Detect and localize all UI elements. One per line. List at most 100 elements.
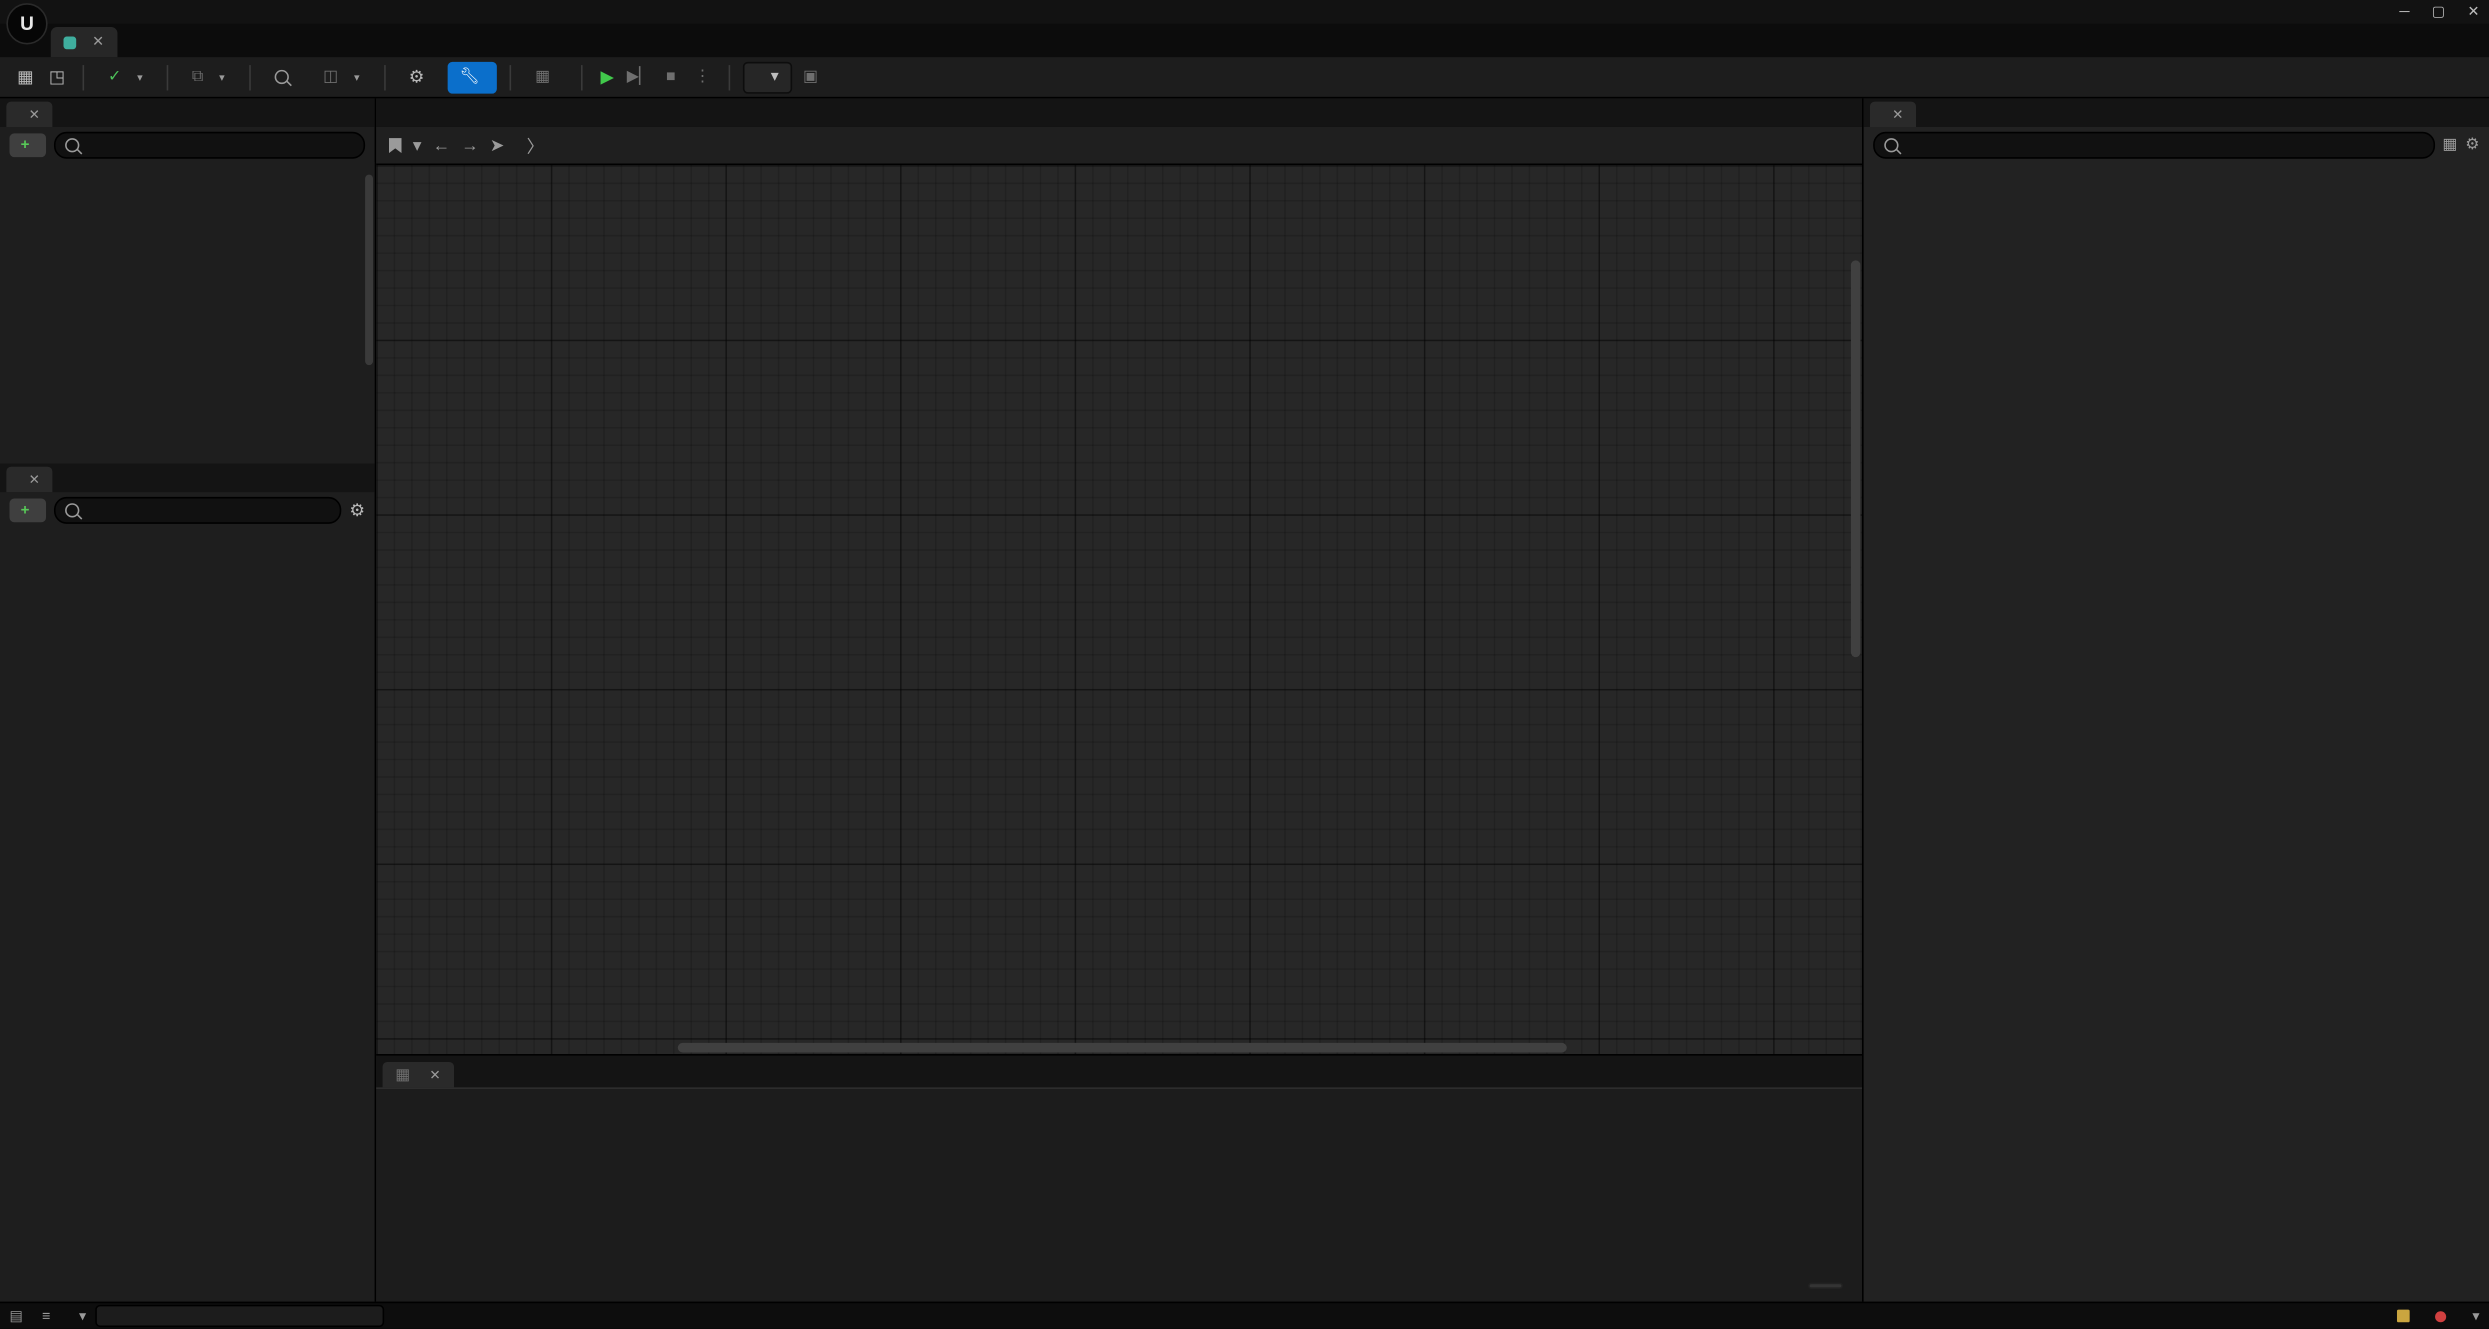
- class-defaults-button[interactable]: 🔧︎: [448, 61, 497, 93]
- center-panel: ▾ ← → ➤ 〉 ▦ ✕: [376, 98, 1862, 1301]
- tab-details[interactable]: ✕: [1870, 102, 1916, 127]
- chevron-down-icon: ▾: [771, 68, 779, 85]
- status-right: ▾: [2398, 1307, 2480, 1324]
- component-tree: [0, 162, 375, 464]
- hide-unrelated-button[interactable]: ◫ ▾: [312, 61, 371, 93]
- toolbar: ▦ ◳ ✓ ▾ ⧉ ▾ ◫ ▾ ⚙ 🔧︎: [0, 57, 2489, 98]
- clear-button[interactable]: [1808, 1283, 1843, 1289]
- divider: [510, 64, 512, 89]
- gear-icon: ⚙: [409, 67, 425, 88]
- unreal-editor-window: U ─ ▢ ✕ ✕ ▦ ◳ ✓ ▾ ⧉ ▾: [0, 0, 2489, 1329]
- chevron-down-icon[interactable]: ▾: [413, 135, 422, 156]
- myblueprint-search-input[interactable]: [85, 499, 330, 520]
- graph-tabs: [376, 98, 1862, 127]
- plus-icon: +: [21, 136, 30, 153]
- find-button[interactable]: [263, 61, 306, 93]
- scrollbar[interactable]: [365, 175, 373, 365]
- compile-results-tabrow: ▦ ✕: [376, 1054, 1862, 1087]
- close-tab-icon[interactable]: ✕: [29, 106, 40, 123]
- blueprint-icon: [63, 36, 76, 49]
- minimize-button[interactable]: ─: [2399, 0, 2409, 24]
- scrollbar[interactable]: [1851, 260, 1861, 657]
- class-settings-button[interactable]: ⚙: [398, 61, 442, 93]
- hide-unrelated-icon: ◫: [323, 68, 338, 85]
- debug-filter-icon[interactable]: ▣: [798, 64, 823, 89]
- frame-skip-button[interactable]: ▶▏: [626, 64, 651, 89]
- details-panel: ✕ ▦ ⚙: [1862, 98, 2489, 1301]
- debug-object-dropdown[interactable]: ▾: [742, 61, 791, 93]
- myblueprint-toolbar: + ⚙: [0, 492, 375, 527]
- close-tab-icon[interactable]: ✕: [1892, 106, 1903, 123]
- parent-class: [2467, 30, 2473, 47]
- search-icon: [64, 137, 78, 151]
- compile-button[interactable]: ✓ ▾: [97, 61, 154, 93]
- unsaved-icon: [2398, 1310, 2411, 1323]
- grid-icon: ▦: [395, 1066, 410, 1083]
- divider: [83, 64, 85, 89]
- components-search: [53, 131, 365, 158]
- search-icon: [64, 502, 78, 516]
- browse-asset-icon[interactable]: ◳: [44, 64, 69, 89]
- details-tabrow: ✕: [1864, 98, 2489, 127]
- components-search-input[interactable]: [85, 134, 354, 155]
- settings-icon[interactable]: ⚙: [2465, 136, 2479, 153]
- more-options-icon[interactable]: ⋮: [690, 64, 715, 89]
- status-bar: ▤ ≡ ▾ ▾: [0, 1302, 2489, 1329]
- close-tab-icon[interactable]: ✕: [92, 33, 104, 50]
- chevron-down-icon: ▾: [2472, 1307, 2479, 1324]
- divider: [249, 64, 251, 89]
- search-icon: [1884, 137, 1898, 151]
- menubar: ─ ▢ ✕: [0, 0, 2489, 24]
- content-drawer-icon: ▤: [10, 1307, 24, 1324]
- bookmarks-icon[interactable]: [389, 137, 402, 153]
- diff-button[interactable]: ⧉ ▾: [181, 61, 236, 93]
- close-tab-icon[interactable]: ✕: [29, 471, 40, 488]
- tab-components[interactable]: ✕: [6, 102, 52, 127]
- chevron-down-icon[interactable]: ▾: [354, 71, 360, 84]
- settings-icon[interactable]: ⚙: [349, 499, 365, 520]
- chevron-down-icon[interactable]: ▾: [137, 71, 143, 84]
- event-graph-canvas[interactable]: [376, 165, 1862, 1054]
- save-icon[interactable]: ▦: [13, 64, 38, 89]
- divider: [383, 64, 385, 89]
- wire-layer: [376, 165, 1862, 1054]
- play-button[interactable]: ▶: [595, 64, 620, 89]
- components-tabrow: ✕: [0, 98, 375, 127]
- details-search: [1873, 131, 2434, 158]
- chevron-down-icon[interactable]: ▾: [219, 71, 225, 84]
- divider: [167, 64, 169, 89]
- plus-icon: +: [21, 501, 30, 518]
- close-button[interactable]: ✕: [2468, 0, 2480, 24]
- myblueprint-search: [53, 496, 341, 523]
- tab-compile-results[interactable]: ▦ ✕: [383, 1062, 454, 1087]
- tab-bp-taro[interactable]: ✕: [51, 27, 117, 57]
- maximize-button[interactable]: ▢: [2432, 0, 2446, 24]
- back-arrow-icon[interactable]: ←: [433, 136, 450, 155]
- scrollbar[interactable]: [678, 1043, 1567, 1053]
- simulation-button[interactable]: ▦: [524, 61, 568, 93]
- console-command-input[interactable]: [96, 1305, 385, 1327]
- stop-button[interactable]: ■: [658, 64, 683, 89]
- tab-myblueprint[interactable]: ✕: [6, 467, 52, 492]
- details-search-input[interactable]: [1905, 134, 2423, 155]
- simulation-icon: ▦: [535, 68, 550, 85]
- breadcrumb-row: ▾ ← → ➤ 〉: [376, 127, 1862, 165]
- wrench-icon: 🔧︎: [459, 68, 479, 85]
- forward-arrow-icon[interactable]: →: [461, 136, 478, 155]
- components-toolbar: +: [0, 127, 375, 162]
- left-panel: ✕ + ✕: [0, 98, 376, 1301]
- close-tab-icon[interactable]: ✕: [429, 1066, 440, 1083]
- main-area: ✕ + ✕: [0, 98, 2489, 1301]
- compile-results-panel: [376, 1087, 1862, 1301]
- unreal-logo-icon: U: [6, 3, 47, 44]
- compile-check-icon: ✓: [108, 68, 121, 85]
- display-options-icon[interactable]: ▦: [2442, 136, 2457, 153]
- add-component-button[interactable]: +: [10, 133, 46, 157]
- document-tabbar: ✕: [0, 24, 2489, 57]
- add-blueprint-item-button[interactable]: +: [10, 498, 46, 522]
- myblueprint-tabrow: ✕: [0, 464, 375, 493]
- divider: [728, 64, 730, 89]
- output-log-icon: ≡: [42, 1308, 50, 1324]
- revision-control-icon: [2436, 1310, 2447, 1321]
- chevron-down-icon: ▾: [79, 1307, 86, 1324]
